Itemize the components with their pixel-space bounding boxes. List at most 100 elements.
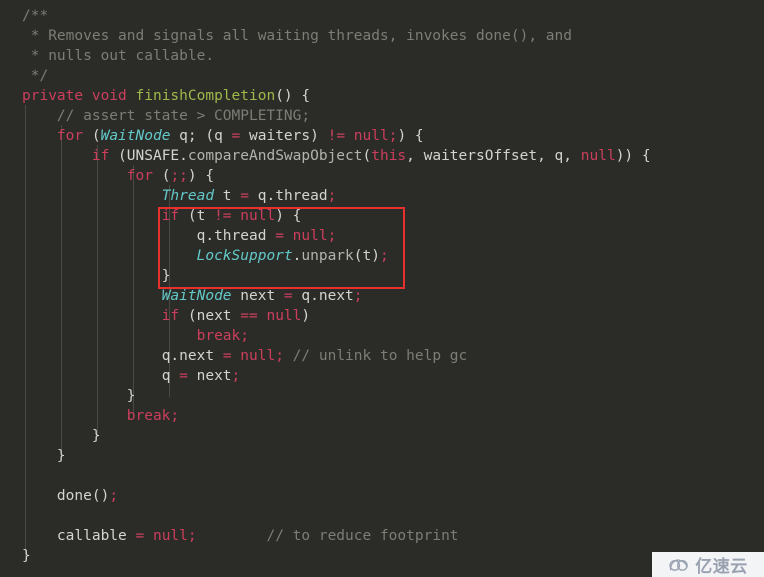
code-line[interactable]: break; [0,326,764,346]
code-line[interactable]: LockSupport.unpark(t); [0,246,764,266]
code-line[interactable]: */ [0,66,764,86]
code-line[interactable]: } [0,266,764,286]
code-token: ( [362,148,372,164]
code-token: ; [353,288,363,304]
cloud-icon [668,557,690,573]
code-token: if [161,308,180,324]
code-line[interactable]: } [0,426,764,446]
code-line[interactable]: // assert state > COMPLETING; [0,106,764,126]
code-line[interactable]: callable = null; // to reduce footprint [0,526,764,546]
code-line[interactable] [0,466,764,486]
code-token: ( [152,168,171,184]
code-line[interactable]: * nulls out callable. [0,46,764,66]
code-token: ; [327,188,337,204]
code-token: null [266,308,302,324]
code-line[interactable]: } [0,386,764,406]
code-token: null [292,228,328,244]
code-line[interactable]: break; [0,406,764,426]
code-line[interactable]: for (;;) { [0,166,764,186]
code-line[interactable]: Thread t = q.thread; [0,186,764,206]
code-token: q [292,288,311,304]
code-line[interactable]: for (WaitNode q; (q = waiters) != null;)… [0,126,764,146]
code-token: . [310,288,319,304]
code-line[interactable]: q.next = null; // unlink to help gc [0,346,764,366]
code-token: ) { [397,128,424,144]
code-line[interactable]: if (next == null) [0,306,764,326]
code-token: ; [231,368,241,384]
code-token: )) { [615,148,651,164]
code-token: (UNSAFE [109,148,180,164]
code-token: } [22,548,31,564]
code-line[interactable]: q = next; [0,366,764,386]
code-line[interactable]: } [0,446,764,466]
watermark: 亿速云 [652,552,764,577]
code-token: q [161,368,180,384]
code-token: null [240,208,276,224]
code-token: } [91,428,101,444]
code-token: for [126,168,153,184]
code-token: () [91,488,110,504]
code-editor-content[interactable]: /** * Removes and signals all waiting th… [0,0,764,577]
code-line[interactable]: if (UNSAFE.compareAndSwapObject(this, wa… [0,146,764,166]
code-line[interactable]: done(); [0,486,764,506]
code-token: ; [275,348,284,364]
code-token: LockSupport [196,248,293,264]
code-line[interactable]: q.thread = null; [0,226,764,246]
code-line[interactable]: private void finishCompletion() { [0,86,764,106]
code-line[interactable]: } [0,546,764,566]
code-token: if [91,148,110,164]
code-token: = [275,228,284,244]
code-token: finishCompletion [135,88,276,104]
code-token: thread [214,228,276,244]
code-token: null [240,348,276,364]
code-token: void [91,88,127,104]
code-line[interactable]: if (t != null) { [0,206,764,226]
code-token: callable [56,528,136,544]
code-token: (t [179,208,215,224]
code-token: for [56,128,84,144]
code-line[interactable]: WaitNode next = q.next; [0,286,764,306]
code-token: = [231,128,241,144]
code-token: ) { [275,208,302,224]
code-token: = [135,528,145,544]
code-token: this [371,148,407,164]
code-line[interactable]: /** [0,6,764,26]
watermark-text: 亿速云 [695,557,748,577]
code-line[interactable]: * Removes and signals all waiting thread… [0,26,764,46]
code-token: null [353,128,389,144]
code-token: private [22,88,84,104]
code-token: compareAndSwapObject [187,148,363,164]
code-token: = [179,368,188,384]
code-screenshot: /** * Removes and signals all waiting th… [0,0,764,577]
code-token: * Removes and signals all waiting thread… [22,28,572,44]
code-token: , waitersOffset, q, [406,148,581,164]
code-token: unpark [301,248,354,264]
code-line[interactable] [0,506,764,526]
code-token: != [214,208,232,224]
code-token: () { [275,88,311,104]
code-token: WaitNode [100,128,171,144]
code-token: ; [187,528,197,544]
code-token: } [126,388,136,404]
code-token: next [231,288,284,304]
code-token: // to reduce footprint [266,528,459,544]
code-token: next [179,348,223,364]
code-token: = [283,288,293,304]
